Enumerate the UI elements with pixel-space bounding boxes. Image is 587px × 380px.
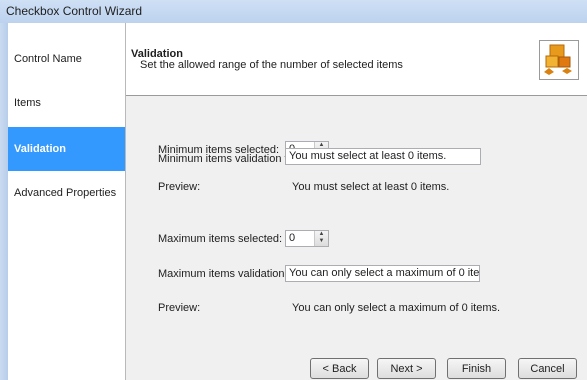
page-header: Validation Set the allowed range of the …: [126, 23, 587, 96]
max-items-spin-buttons[interactable]: ▲ ▼: [314, 231, 328, 246]
next-button[interactable]: Next >: [377, 358, 436, 379]
window-frame-left: [0, 23, 8, 380]
min-validation-text-field[interactable]: You must select at least 0 items.: [285, 148, 481, 165]
sidebar-item-advanced-properties[interactable]: Advanced Properties: [8, 171, 125, 215]
max-validation-text-field[interactable]: You can only select a maximum of 0 items…: [285, 265, 480, 282]
max-preview-text: You can only select a maximum of 0 items…: [292, 302, 501, 314]
spin-up-icon[interactable]: ▲: [315, 231, 328, 238]
sidebar-item-control-name[interactable]: Control Name: [8, 37, 125, 81]
max-items-label: Maximum items selected:: [158, 233, 283, 245]
page-subtitle: Set the allowed range of the number of s…: [140, 59, 403, 71]
min-preview-label: Preview:: [158, 181, 201, 193]
min-preview-text: You must select at least 0 items.: [292, 181, 450, 193]
max-items-value: 0: [289, 232, 296, 244]
sidebar-item-validation[interactable]: Validation: [8, 127, 125, 171]
window-title: Checkbox Control Wizard: [6, 4, 143, 18]
finish-button[interactable]: Finish: [447, 358, 506, 379]
sidebar-item-items[interactable]: Items: [8, 81, 125, 125]
max-items-stepper[interactable]: 0 ▲ ▼: [285, 230, 329, 247]
back-button[interactable]: < Back: [310, 358, 369, 379]
title-bar[interactable]: Checkbox Control Wizard: [0, 0, 587, 24]
wizard-boxes-icon: [539, 40, 579, 80]
cancel-button[interactable]: Cancel: [518, 358, 577, 379]
wizard-sidebar: Control Name Items Validation Advanced P…: [8, 23, 126, 380]
validation-panel: Minimum items selected: 0 ▲ ▼ Minimum it…: [126, 96, 587, 380]
spin-down-icon[interactable]: ▼: [315, 238, 328, 245]
min-text-label: Minimum items validation text:: [158, 153, 306, 165]
max-preview-label: Preview:: [158, 302, 201, 314]
